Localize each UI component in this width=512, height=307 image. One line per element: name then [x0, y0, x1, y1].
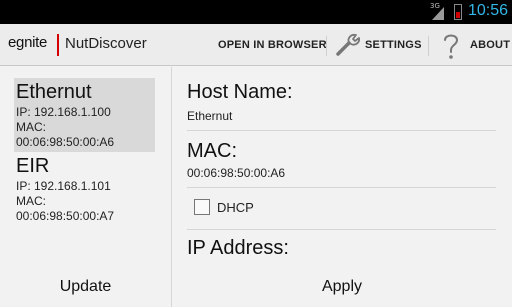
settings-button[interactable]: SETTINGS — [334, 24, 422, 66]
app-title: NutDiscover — [65, 35, 147, 52]
status-bar: 3G 10:56 — [0, 0, 512, 24]
host-name-value[interactable]: Ethernut — [187, 109, 232, 123]
device-name: EIR — [16, 155, 50, 177]
action-divider — [428, 36, 429, 56]
clock: 10:56 — [468, 2, 509, 19]
logo-accent-bar — [57, 34, 59, 56]
dhcp-checkbox[interactable] — [194, 199, 210, 215]
action-bar: egnite NutDiscover OPEN IN BROWSER SETTI… — [0, 24, 512, 66]
device-name: Ethernut — [16, 81, 92, 103]
update-button[interactable]: Update — [0, 272, 171, 302]
wrench-icon — [336, 33, 361, 56]
host-name-label: Host Name: — [187, 81, 293, 103]
device-ip: IP: 192.168.1.101 — [16, 179, 111, 193]
open-in-browser-label: OPEN IN BROWSER — [218, 39, 327, 51]
device-pane: Ethernut IP: 192.168.1.100 MAC: 00:06:98… — [0, 67, 171, 307]
device-mac-label: MAC: — [16, 120, 46, 134]
ip-address-label: IP Address: — [187, 237, 289, 259]
network-type-label: 3G — [430, 2, 440, 10]
device-mac: 00:06:98:50:00:A6 — [16, 135, 115, 149]
about-label: ABOUT — [470, 39, 511, 51]
update-label: Update — [59, 278, 112, 295]
open-in-browser-button[interactable]: OPEN IN BROWSER — [218, 24, 327, 66]
device-list[interactable]: Ethernut IP: 192.168.1.100 MAC: 00:06:98… — [14, 78, 155, 228]
dhcp-label: DHCP — [217, 200, 254, 215]
about-button[interactable]: ABOUT — [440, 24, 510, 66]
detail-pane: Host Name: Ethernut MAC: 00:06:98:50:00:… — [172, 67, 512, 307]
device-ip: IP: 192.168.1.100 — [16, 105, 111, 119]
mac-value: 00:06:98:50:00:A6 — [187, 166, 286, 180]
settings-label: SETTINGS — [365, 39, 422, 51]
separator — [187, 130, 496, 131]
separator — [187, 187, 496, 188]
apply-label: Apply — [321, 278, 363, 295]
battery-icon — [454, 4, 462, 20]
help-icon — [444, 34, 459, 59]
separator — [187, 229, 496, 230]
device-item-ethernut[interactable]: Ethernut IP: 192.168.1.100 MAC: 00:06:98… — [14, 78, 155, 152]
brand-logo: egnite — [8, 34, 48, 51]
mac-label: MAC: — [187, 140, 237, 162]
device-item-eir[interactable]: EIR IP: 192.168.1.101 MAC: 00:06:98:50:0… — [14, 152, 155, 226]
action-divider — [326, 36, 327, 56]
apply-button[interactable]: Apply — [172, 272, 512, 302]
device-mac: 00:06:98:50:00:A7 — [16, 209, 115, 223]
device-mac-label: MAC: — [16, 194, 46, 208]
